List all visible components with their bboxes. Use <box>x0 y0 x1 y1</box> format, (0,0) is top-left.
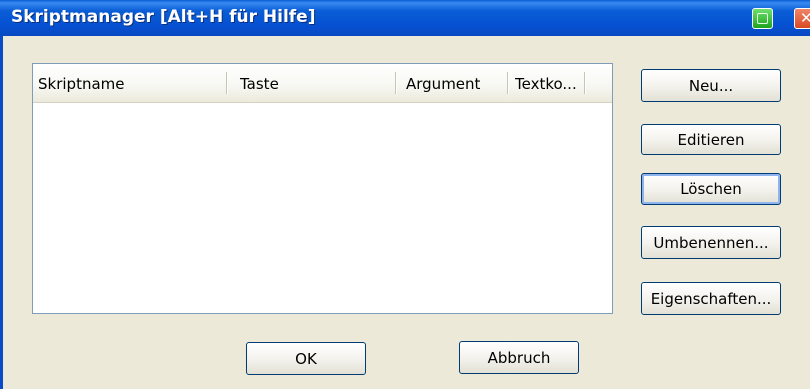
column-header-taste[interactable]: Taste <box>240 64 390 102</box>
column-divider[interactable] <box>226 72 228 94</box>
window-title: Skriptmanager [Alt+H für Hilfe] <box>11 7 316 27</box>
status-icon[interactable] <box>752 8 773 29</box>
column-header-skriptname[interactable]: Skriptname <box>38 64 223 102</box>
new-button[interactable]: Neu... <box>641 69 781 102</box>
cancel-button[interactable]: Abbruch <box>459 341 579 374</box>
column-header-argument[interactable]: Argument <box>406 64 504 102</box>
window-frame-left <box>0 36 3 389</box>
ok-button[interactable]: OK <box>246 342 366 375</box>
delete-button[interactable]: Löschen <box>641 173 781 205</box>
close-icon[interactable]: ✕ <box>794 8 810 29</box>
skriptmanager-dialog: Skriptmanager [Alt+H für Hilfe] ✕ Skript… <box>0 0 810 389</box>
column-divider[interactable] <box>395 72 397 94</box>
rename-button[interactable]: Umbenennen... <box>641 226 781 259</box>
title-bar[interactable]: Skriptmanager [Alt+H für Hilfe] ✕ <box>0 0 810 36</box>
list-header: Skriptname Taste Argument Textko... <box>33 64 612 103</box>
edit-button[interactable]: Editieren <box>641 124 781 155</box>
status-icon-inner <box>757 13 768 24</box>
column-header-textko[interactable]: Textko... <box>515 64 590 102</box>
column-divider[interactable] <box>584 72 586 94</box>
column-divider[interactable] <box>507 72 509 94</box>
properties-button[interactable]: Eigenschaften... <box>641 282 781 315</box>
script-list[interactable]: Skriptname Taste Argument Textko... <box>32 63 613 314</box>
